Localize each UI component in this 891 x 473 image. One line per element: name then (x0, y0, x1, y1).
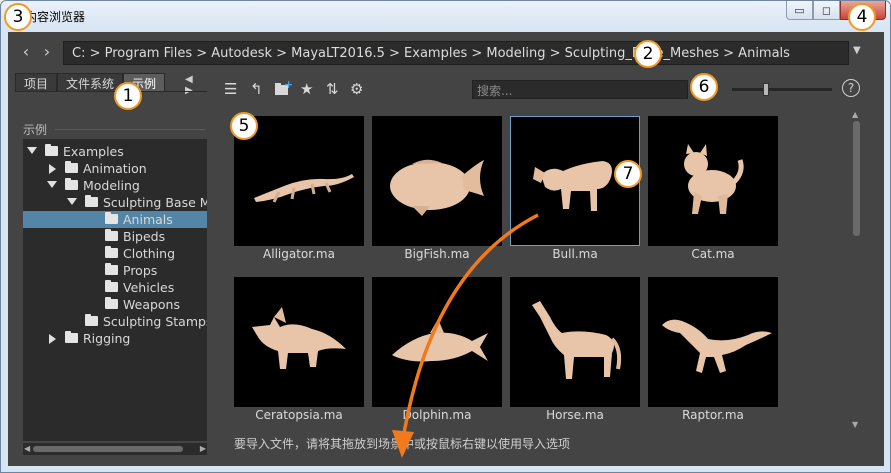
callout-5: 5 (230, 112, 258, 140)
callout-4: 4 (848, 3, 876, 31)
callout-1: 1 (114, 82, 142, 110)
drag-arrow-annotation (392, 213, 539, 458)
callout-2: 2 (634, 40, 662, 68)
callout-6: 6 (690, 73, 718, 101)
callout-7: 7 (614, 160, 642, 188)
callout-3: 3 (4, 3, 32, 31)
